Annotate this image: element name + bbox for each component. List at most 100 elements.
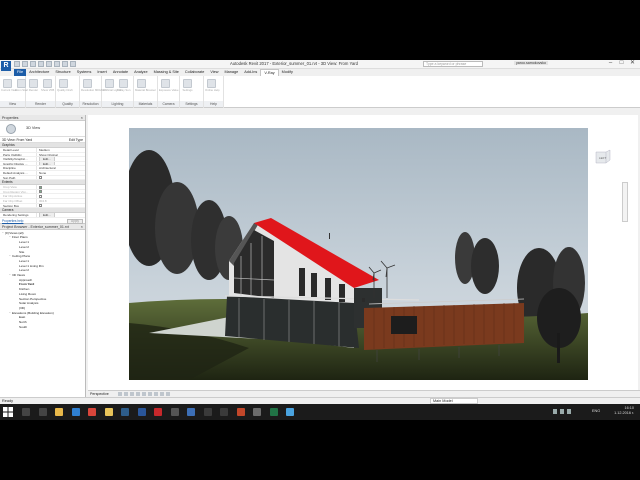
property-checkbox[interactable] [39, 185, 42, 189]
property-value[interactable] [37, 190, 85, 194]
snowflake-icon[interactable] [286, 408, 294, 416]
navigation-bar[interactable] [622, 182, 628, 222]
property-value[interactable]: None [37, 171, 85, 175]
tab-architecture[interactable]: Architecture [26, 69, 52, 76]
clock[interactable]: 16:10 1.12.2016 г. [614, 406, 634, 416]
edit-button[interactable]: Edit... [39, 213, 55, 217]
current-view-button[interactable]: Current View [1, 79, 17, 92]
exposure-value-button[interactable]: Exposure Value [159, 79, 179, 92]
powerpoint-icon[interactable] [236, 408, 245, 416]
undo-icon[interactable] [30, 61, 36, 67]
property-checkbox[interactable] [39, 195, 42, 198]
file-explorer-icon[interactable] [55, 408, 63, 416]
app-icon[interactable] [253, 408, 261, 416]
user-account[interactable]: yaroo.samokovsko [514, 61, 548, 65]
property-value[interactable]: Edit... [37, 157, 85, 161]
visual-style-icon[interactable] [118, 392, 122, 396]
tree-item[interactable]: South [0, 325, 85, 330]
edit-button[interactable]: Edit... [39, 157, 55, 161]
property-checkbox[interactable] [39, 176, 42, 180]
tab-collaborate[interactable]: Collaborate [182, 69, 207, 76]
property-value[interactable]: Edit... [37, 213, 85, 217]
3d-view-icon[interactable] [62, 61, 68, 67]
measure-icon[interactable] [54, 61, 60, 67]
tab-systems[interactable]: Systems [74, 69, 95, 76]
tab-annotate[interactable]: Annotate [110, 69, 131, 76]
maximize-button[interactable]: □ [616, 60, 627, 68]
revit-icon[interactable] [187, 408, 195, 416]
tab-add-ins[interactable]: Add-Ins [241, 69, 260, 76]
property-value[interactable] [37, 204, 85, 208]
type-selector[interactable]: 3D View [0, 121, 85, 137]
redo-icon[interactable] [38, 61, 44, 67]
material-browser-button[interactable]: Material Browser [135, 79, 156, 92]
tab-modify[interactable]: Modify [279, 69, 296, 76]
tab-insert[interactable]: Insert [94, 69, 110, 76]
crop-region-icon[interactable] [148, 392, 152, 396]
tab-manage[interactable]: Manage [222, 69, 242, 76]
volume-icon[interactable] [567, 409, 571, 414]
network-icon[interactable] [560, 409, 564, 414]
resolution-800x600-button[interactable]: Resolution 800x600 [81, 79, 106, 92]
switch-windows-icon[interactable] [70, 61, 76, 67]
tab-view[interactable]: View [207, 69, 221, 76]
search-icon[interactable] [22, 408, 30, 416]
print-icon[interactable] [46, 61, 52, 67]
revit-logo-icon[interactable]: R [1, 61, 11, 71]
render-button[interactable]: Render [27, 79, 40, 92]
property-checkbox[interactable] [39, 190, 42, 194]
edge-icon[interactable] [71, 408, 80, 416]
save-icon[interactable] [22, 61, 28, 67]
shadows-icon[interactable] [130, 392, 134, 396]
viewcube[interactable]: LEFT [594, 149, 612, 165]
lock-icon[interactable] [154, 392, 158, 396]
terminal-icon[interactable] [170, 408, 179, 416]
property-value[interactable]: Medium [37, 148, 85, 152]
acrobat-icon[interactable] [154, 408, 162, 416]
property-value[interactable]: 304.8 [37, 199, 85, 203]
app-icon[interactable] [203, 408, 212, 416]
crop-icon[interactable] [142, 392, 146, 396]
folder-icon[interactable] [104, 408, 113, 416]
property-value[interactable] [37, 176, 85, 180]
windows-start-icon[interactable] [3, 407, 13, 417]
properties-help-link[interactable]: Properties help [2, 219, 23, 223]
property-value[interactable]: Edit... [37, 161, 85, 166]
settings-button[interactable]: Settings [181, 79, 194, 92]
property-checkbox[interactable] [39, 204, 42, 208]
task-view-icon[interactable] [38, 408, 47, 416]
tab-massing-site[interactable]: Massing & Site [151, 69, 182, 76]
property-value[interactable] [37, 185, 85, 189]
close-icon[interactable]: × [81, 224, 83, 230]
tab-structure[interactable]: Structure [52, 69, 73, 76]
temporary-hide-icon[interactable] [160, 392, 164, 396]
excel-icon[interactable] [269, 408, 278, 416]
language-indicator[interactable]: ENG [592, 409, 600, 413]
edit-type-button[interactable]: Edit Type [69, 137, 83, 143]
3d-view-canvas[interactable]: LEFT [88, 115, 638, 390]
instance-selector[interactable]: 3D View: From Yard Edit Type [0, 137, 85, 143]
edit-button[interactable]: Edit... [39, 161, 55, 166]
photoshop-icon[interactable] [121, 408, 129, 416]
show-vfb-button[interactable]: Show VFB [41, 79, 54, 92]
tab-analyze[interactable]: Analyze [131, 69, 151, 76]
v-ray-sun-button[interactable]: V-Ray Sun [117, 79, 130, 92]
open-icon[interactable] [14, 61, 20, 67]
close-button[interactable]: ✕ [627, 60, 638, 68]
sun-path-icon[interactable] [124, 392, 128, 396]
online-help-button[interactable]: Online Help [205, 79, 220, 92]
artificial-lights-button[interactable]: Artificial Lights [103, 79, 121, 92]
property-value[interactable] [37, 194, 85, 198]
reveal-hidden-icon[interactable] [166, 392, 170, 396]
word-icon[interactable] [137, 408, 146, 416]
quality-draft-button[interactable]: Quality Draft [57, 79, 73, 92]
minimize-button[interactable]: – [605, 60, 616, 68]
chrome-icon[interactable] [88, 408, 96, 416]
render-icon[interactable] [136, 392, 140, 396]
tray-up-icon[interactable] [553, 409, 557, 414]
app-icon[interactable] [220, 408, 228, 416]
search-input[interactable]: Type a keyword or phrase [423, 61, 483, 67]
property-value[interactable]: Show Original [37, 153, 85, 157]
tab-v-ray[interactable]: V-Ray [260, 69, 279, 76]
tab-file[interactable]: File [14, 69, 27, 76]
